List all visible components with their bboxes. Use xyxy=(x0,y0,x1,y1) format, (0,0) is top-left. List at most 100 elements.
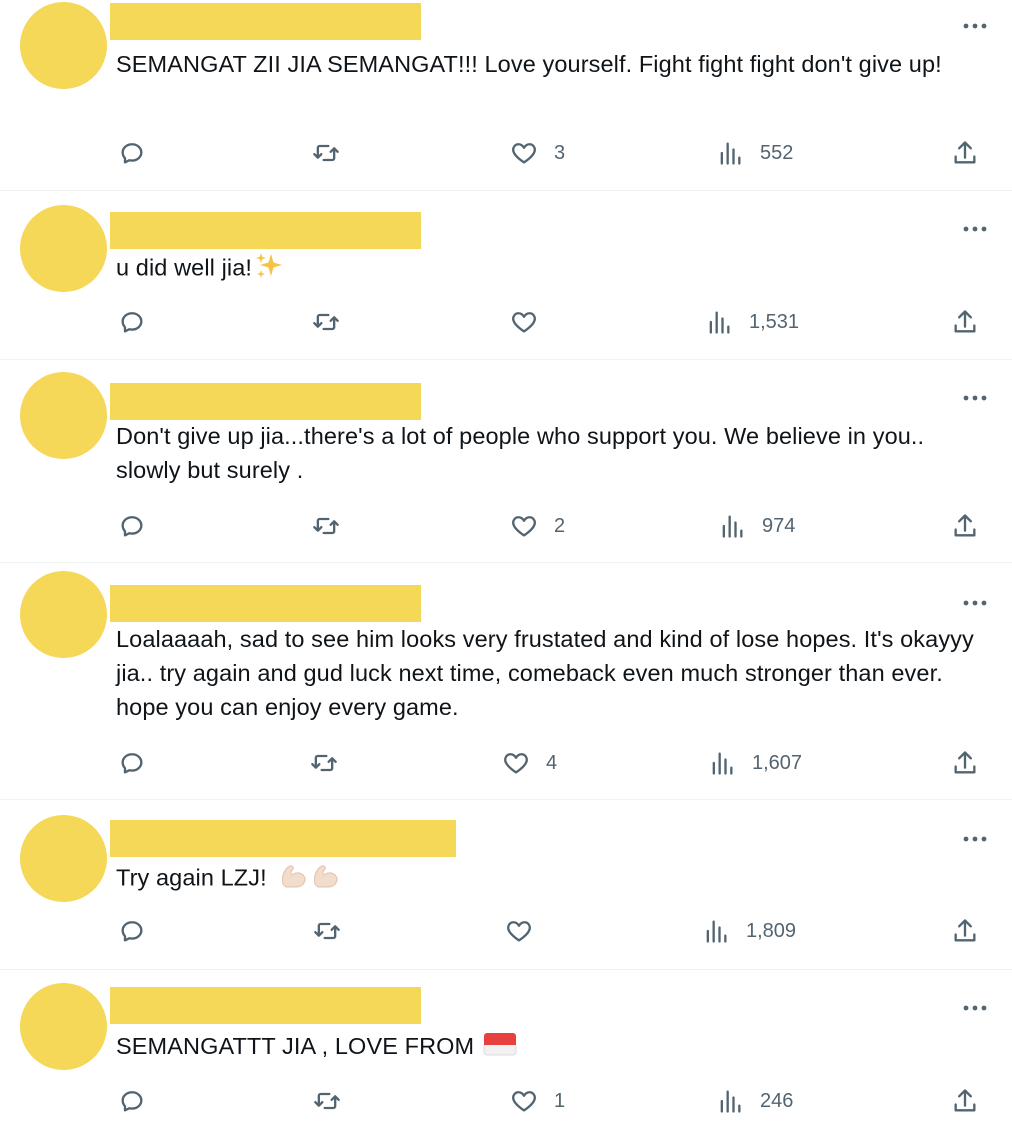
tweet-text: u did well jia! xyxy=(116,250,986,289)
views-icon xyxy=(722,515,743,538)
share-icon xyxy=(954,919,976,942)
retweet-icon xyxy=(311,754,337,772)
reply-tweet[interactable]: SEMANGATTT JIA , LOVE FROM 1 246 xyxy=(0,970,1012,1130)
redacted-username xyxy=(110,820,456,857)
retweet-icon xyxy=(313,144,339,162)
reply-button[interactable] xyxy=(118,305,146,339)
avatar[interactable] xyxy=(20,815,107,902)
retweet-button[interactable] xyxy=(310,746,338,780)
retweet-button[interactable] xyxy=(313,1084,341,1118)
share-button[interactable] xyxy=(951,914,979,948)
reply-tweet[interactable]: SEMANGAT ZII JIA SEMANGAT!!! Love yourse… xyxy=(0,0,1012,191)
redacted-username xyxy=(110,212,421,249)
view-count: 1,531 xyxy=(749,310,800,333)
like-button[interactable]: 2 xyxy=(510,509,565,543)
share-icon xyxy=(954,310,976,333)
reply-tweet[interactable]: Loalaaaah, sad to see him looks very fru… xyxy=(0,563,1012,800)
views-icon xyxy=(720,142,741,165)
retweet-icon xyxy=(314,1092,340,1110)
retweet-button[interactable] xyxy=(313,914,341,948)
flexed-biceps-emoji xyxy=(279,860,347,899)
reply-button[interactable] xyxy=(118,914,146,948)
reply-tweet[interactable]: Don't give up jia...there's a lot of peo… xyxy=(0,360,1012,563)
reply-button[interactable] xyxy=(118,509,146,543)
tweet-text: Don't give up jia...there's a lot of peo… xyxy=(116,423,925,483)
share-button[interactable] xyxy=(951,1084,979,1118)
reply-icon xyxy=(121,1091,143,1112)
heart-icon xyxy=(504,753,528,774)
retweet-icon xyxy=(313,313,339,331)
action-bar: 1,809 xyxy=(0,914,1012,948)
like-button[interactable]: 4 xyxy=(502,746,557,780)
view-count: 974 xyxy=(762,514,796,537)
more-icon[interactable] xyxy=(960,219,990,239)
views-button[interactable]: 246 xyxy=(716,1084,793,1118)
flag-indonesia-emoji xyxy=(483,1031,517,1065)
share-icon xyxy=(954,514,976,537)
avatar[interactable] xyxy=(20,983,107,1070)
redacted-username xyxy=(110,585,421,622)
like-button[interactable]: 3 xyxy=(510,136,565,170)
retweet-button[interactable] xyxy=(312,305,340,339)
reply-icon xyxy=(121,143,143,164)
more-icon[interactable] xyxy=(960,998,990,1018)
retweet-button[interactable] xyxy=(312,509,340,543)
like-button[interactable] xyxy=(510,305,554,339)
like-count: 1 xyxy=(554,1089,566,1112)
like-button[interactable] xyxy=(505,914,549,948)
heart-icon xyxy=(512,516,536,537)
like-count: 2 xyxy=(554,514,566,537)
reply-button[interactable] xyxy=(118,136,146,170)
view-count: 1,607 xyxy=(752,751,803,774)
sparkles-emoji xyxy=(254,250,284,289)
avatar[interactable] xyxy=(20,205,107,292)
reply-tweet[interactable]: u did well jia! 1,531 xyxy=(0,191,1012,360)
views-button[interactable]: 552 xyxy=(716,136,793,170)
view-count: 246 xyxy=(760,1089,794,1112)
action-bar: 1 246 xyxy=(0,1084,1012,1118)
share-button[interactable] xyxy=(951,509,979,543)
share-button[interactable] xyxy=(951,746,979,780)
tweet-text: Loalaaaah, sad to see him looks very fru… xyxy=(116,626,974,720)
views-icon xyxy=(712,752,733,775)
views-button[interactable]: 1,809 xyxy=(702,914,796,948)
like-count: 4 xyxy=(546,751,558,774)
action-bar: 4 1,607 xyxy=(0,746,1012,780)
redacted-username xyxy=(110,987,421,1024)
share-icon xyxy=(954,141,976,164)
avatar[interactable] xyxy=(20,571,107,658)
retweet-icon xyxy=(314,922,340,940)
more-icon[interactable] xyxy=(960,388,990,408)
heart-icon xyxy=(512,143,536,164)
more-icon[interactable] xyxy=(960,593,990,613)
heart-icon xyxy=(512,1091,536,1112)
tweet-text: SEMANGAT ZII JIA SEMANGAT!!! Love yourse… xyxy=(116,51,942,77)
tweet-text: Try again LZJ! xyxy=(116,860,986,899)
share-button[interactable] xyxy=(951,136,979,170)
views-button[interactable]: 974 xyxy=(718,509,795,543)
reply-button[interactable] xyxy=(118,1084,146,1118)
retweet-button[interactable] xyxy=(312,136,340,170)
reply-tweet[interactable]: Try again LZJ! 1,809 xyxy=(0,800,1012,970)
more-icon[interactable] xyxy=(960,829,990,849)
heart-icon xyxy=(507,921,531,942)
reply-icon xyxy=(121,753,143,774)
views-icon xyxy=(706,920,727,943)
views-button[interactable]: 1,607 xyxy=(708,746,802,780)
share-icon xyxy=(954,1089,976,1112)
retweet-icon xyxy=(313,517,339,535)
action-bar: 2 974 xyxy=(0,509,1012,543)
like-button[interactable]: 1 xyxy=(510,1084,565,1118)
action-bar: 3 552 xyxy=(0,136,1012,170)
redacted-username xyxy=(110,3,421,40)
more-icon[interactable] xyxy=(960,16,990,36)
reply-icon xyxy=(121,516,143,537)
reply-button[interactable] xyxy=(118,746,146,780)
view-count: 1,809 xyxy=(746,919,797,942)
views-button[interactable]: 1,531 xyxy=(705,305,799,339)
avatar[interactable] xyxy=(20,372,107,459)
share-icon xyxy=(954,751,976,774)
share-button[interactable] xyxy=(951,305,979,339)
avatar[interactable] xyxy=(20,2,107,89)
reply-icon xyxy=(121,312,143,333)
